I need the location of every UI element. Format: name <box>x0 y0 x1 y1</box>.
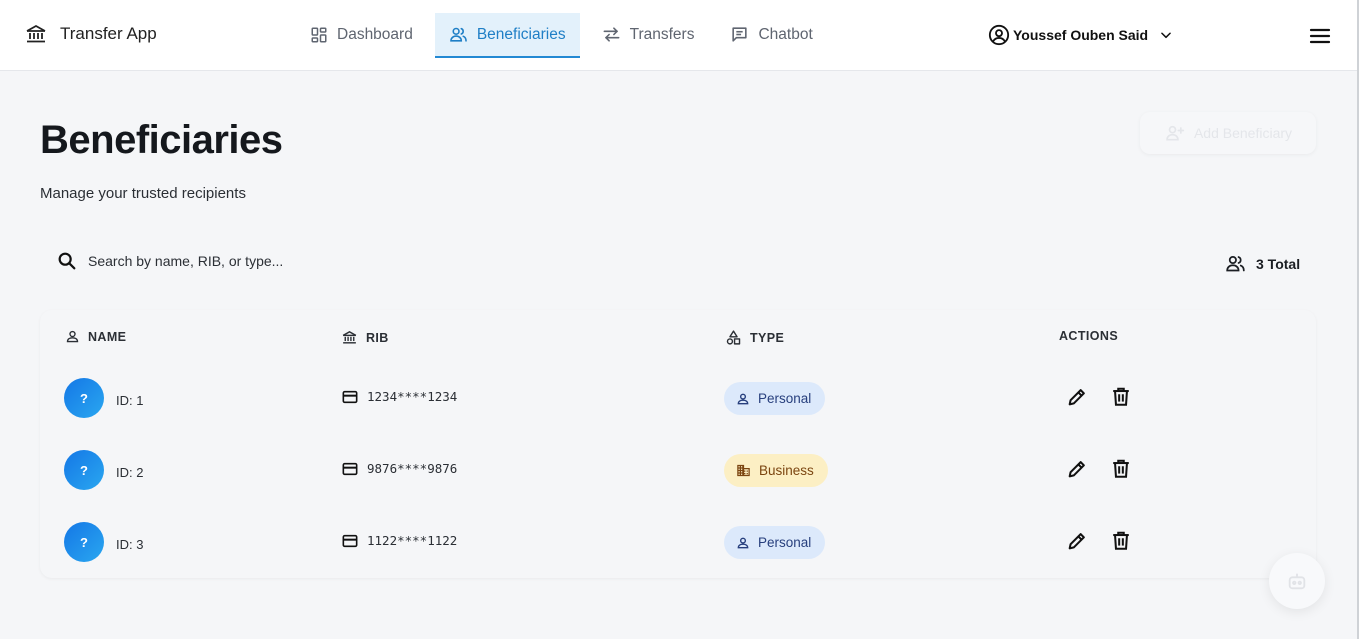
beneficiary-id: ID: 3 <box>116 537 144 552</box>
type-badge-personal: Personal <box>724 382 826 415</box>
nav-item-label: Beneficiaries <box>476 25 566 43</box>
building-icon <box>736 463 751 478</box>
column-header-label: NAME <box>88 329 127 344</box>
delete-button[interactable] <box>1110 530 1132 552</box>
nav-item-dashboard[interactable]: Dashboard <box>296 13 427 58</box>
column-header-label: RIB <box>366 330 389 345</box>
trash-icon <box>1110 530 1132 552</box>
user-name: Youssef Ouben Said <box>1013 27 1149 43</box>
category-shapes-icon <box>725 329 742 346</box>
type-badge-personal: Personal <box>724 526 826 559</box>
transfer-arrows-icon <box>602 25 621 44</box>
column-header-actions: ACTIONS <box>1059 329 1118 343</box>
chat-icon <box>730 25 749 44</box>
page-subtitle: Manage your trusted recipients <box>40 185 246 202</box>
users-icon <box>449 25 468 44</box>
hamburger-menu-button[interactable] <box>1309 26 1331 46</box>
dashboard-icon <box>310 26 328 44</box>
chevron-down-icon <box>1159 28 1173 42</box>
edit-button[interactable] <box>1066 386 1088 408</box>
trash-icon <box>1110 386 1132 408</box>
search-icon <box>56 250 78 272</box>
avatar: ? <box>64 378 104 418</box>
pencil-icon <box>1066 530 1088 552</box>
type-label: Personal <box>758 391 812 406</box>
column-header-rib: RIB <box>341 329 389 346</box>
users-icon <box>1224 253 1247 274</box>
user-menu[interactable]: Youssef Ouben Said <box>988 24 1173 46</box>
rib-value: 1234****1234 <box>367 389 458 404</box>
main-nav: Dashboard Beneficiaries Transfers Chatbo… <box>296 13 827 58</box>
hamburger-icon <box>1309 26 1331 46</box>
user-plus-icon <box>1164 123 1186 143</box>
delete-button[interactable] <box>1110 458 1132 480</box>
edit-button[interactable] <box>1066 458 1088 480</box>
column-header-type: TYPE <box>725 329 784 346</box>
search-bar[interactable] <box>56 250 388 272</box>
nav-item-label: Chatbot <box>758 25 813 43</box>
rib-value: 9876****9876 <box>367 461 458 476</box>
nav-item-transfers[interactable]: Transfers <box>588 13 709 58</box>
table-row: ? ID: 1 1234****1234 Personal <box>40 370 1316 442</box>
rib-value: 1122****1122 <box>367 533 458 548</box>
search-input[interactable] <box>88 253 388 269</box>
column-header-label: TYPE <box>750 330 785 345</box>
pencil-icon <box>1066 386 1088 408</box>
rib-cell: 9876****9876 <box>342 461 457 476</box>
credit-card-icon <box>342 390 358 404</box>
beneficiary-id: ID: 1 <box>116 393 144 408</box>
person-icon <box>65 329 80 344</box>
pencil-icon <box>1066 458 1088 480</box>
user-circle-icon <box>988 24 1010 46</box>
nav-item-beneficiaries[interactable]: Beneficiaries <box>434 13 580 58</box>
nav-item-chatbot[interactable]: Chatbot <box>716 13 826 58</box>
column-header-label: ACTIONS <box>1059 329 1119 343</box>
delete-button[interactable] <box>1110 386 1132 408</box>
credit-card-icon <box>342 534 358 548</box>
table-row: ? ID: 2 9876****9876 Business <box>40 442 1316 514</box>
type-label: Business <box>759 463 814 478</box>
rib-cell: 1122****1122 <box>342 533 457 548</box>
total-count-label: 3 Total <box>1256 255 1301 272</box>
edit-button[interactable] <box>1066 530 1088 552</box>
add-beneficiary-button[interactable]: Add Beneficiary <box>1140 112 1316 154</box>
top-bar: Transfer App Dashboard Beneficiaries Tra… <box>0 0 1359 71</box>
add-beneficiary-label: Add Beneficiary <box>1193 125 1293 141</box>
robot-icon <box>1286 570 1308 592</box>
person-icon <box>736 392 750 406</box>
bank-icon <box>24 22 48 46</box>
type-badge-business: Business <box>724 454 828 487</box>
rib-cell: 1234****1234 <box>342 389 457 404</box>
chatbot-fab-button[interactable] <box>1269 553 1325 609</box>
beneficiary-id: ID: 2 <box>116 465 144 480</box>
nav-item-label: Dashboard <box>337 25 413 43</box>
column-header-name: NAME <box>65 329 126 344</box>
total-count: 3 Total <box>1224 253 1300 274</box>
avatar: ? <box>64 522 104 562</box>
bank-icon <box>341 329 358 346</box>
credit-card-icon <box>342 462 358 476</box>
nav-item-label: Transfers <box>629 25 695 43</box>
table-row: ? ID: 3 1122****1122 Personal <box>40 514 1316 586</box>
person-icon <box>736 536 750 550</box>
trash-icon <box>1110 458 1132 480</box>
avatar: ? <box>64 450 104 490</box>
type-label: Personal <box>758 535 812 550</box>
brand[interactable]: Transfer App <box>24 22 157 46</box>
page-title: Beneficiaries <box>40 118 283 162</box>
app-name: Transfer App <box>60 24 157 43</box>
